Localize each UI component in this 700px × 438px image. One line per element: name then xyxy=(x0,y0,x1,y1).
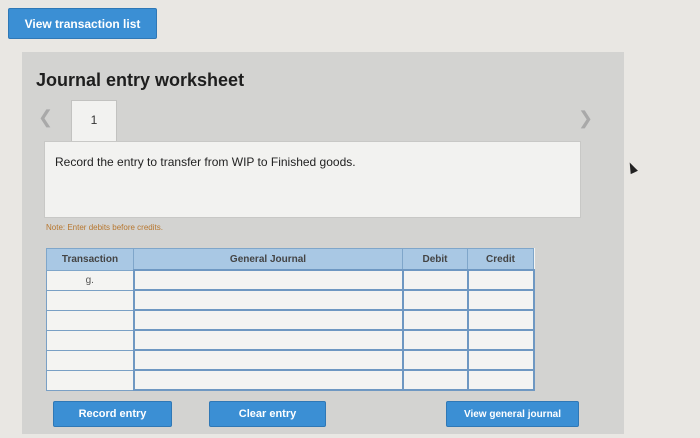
transaction-cell xyxy=(46,309,134,331)
credit-input[interactable] xyxy=(466,269,535,291)
table-row: g. xyxy=(46,269,535,291)
header-debit: Debit xyxy=(402,248,468,271)
account-select[interactable] xyxy=(132,289,404,311)
view-general-journal-button[interactable]: View general journal xyxy=(446,401,579,427)
header-credit: Credit xyxy=(467,248,534,271)
view-transaction-list-button[interactable]: View transaction list xyxy=(8,8,157,39)
account-select[interactable] xyxy=(132,349,404,371)
chevron-right-icon[interactable]: ❯ xyxy=(578,108,593,129)
record-entry-button[interactable]: Record entry xyxy=(53,401,172,427)
instruction-box: Record the entry to transfer from WIP to… xyxy=(44,141,581,218)
header-transaction: Transaction xyxy=(46,248,134,271)
account-select[interactable] xyxy=(132,269,404,291)
transaction-cell xyxy=(46,349,134,371)
debit-input[interactable] xyxy=(401,349,469,371)
table-header-row: Transaction General Journal Debit Credit xyxy=(46,248,534,271)
chevron-left-icon[interactable]: ❮ xyxy=(38,107,53,128)
transaction-cell xyxy=(46,369,134,391)
entry-tab-number: 1 xyxy=(90,113,98,127)
table-row xyxy=(46,289,535,311)
note-text: Note: Enter debits before credits. xyxy=(46,223,163,232)
credit-input[interactable] xyxy=(466,309,535,331)
table-row xyxy=(46,349,535,371)
account-select[interactable] xyxy=(132,329,404,351)
transaction-cell xyxy=(46,289,134,311)
credit-input[interactable] xyxy=(466,289,535,311)
clear-entry-button[interactable]: Clear entry xyxy=(209,401,326,427)
header-general-journal: General Journal xyxy=(133,248,403,271)
debit-input[interactable] xyxy=(401,329,469,351)
table-row xyxy=(46,369,535,391)
account-select[interactable] xyxy=(132,369,404,391)
credit-input[interactable] xyxy=(466,369,535,391)
account-select[interactable] xyxy=(132,309,404,331)
table-row xyxy=(46,309,535,331)
credit-input[interactable] xyxy=(466,329,535,351)
credit-input[interactable] xyxy=(466,349,535,371)
cursor-icon xyxy=(626,160,638,175)
debit-input[interactable] xyxy=(401,369,469,391)
entry-tab[interactable]: 1 xyxy=(71,100,117,142)
instruction-text: Record the entry to transfer from WIP to… xyxy=(55,155,356,169)
debit-input[interactable] xyxy=(401,309,469,331)
table-row xyxy=(46,329,535,351)
worksheet-title: Journal entry worksheet xyxy=(36,70,245,90)
transaction-cell xyxy=(46,329,134,351)
debit-input[interactable] xyxy=(401,269,469,291)
debit-input[interactable] xyxy=(401,289,469,311)
transaction-cell: g. xyxy=(46,269,134,291)
journal-table: Transaction General Journal Debit Credit… xyxy=(46,248,535,391)
